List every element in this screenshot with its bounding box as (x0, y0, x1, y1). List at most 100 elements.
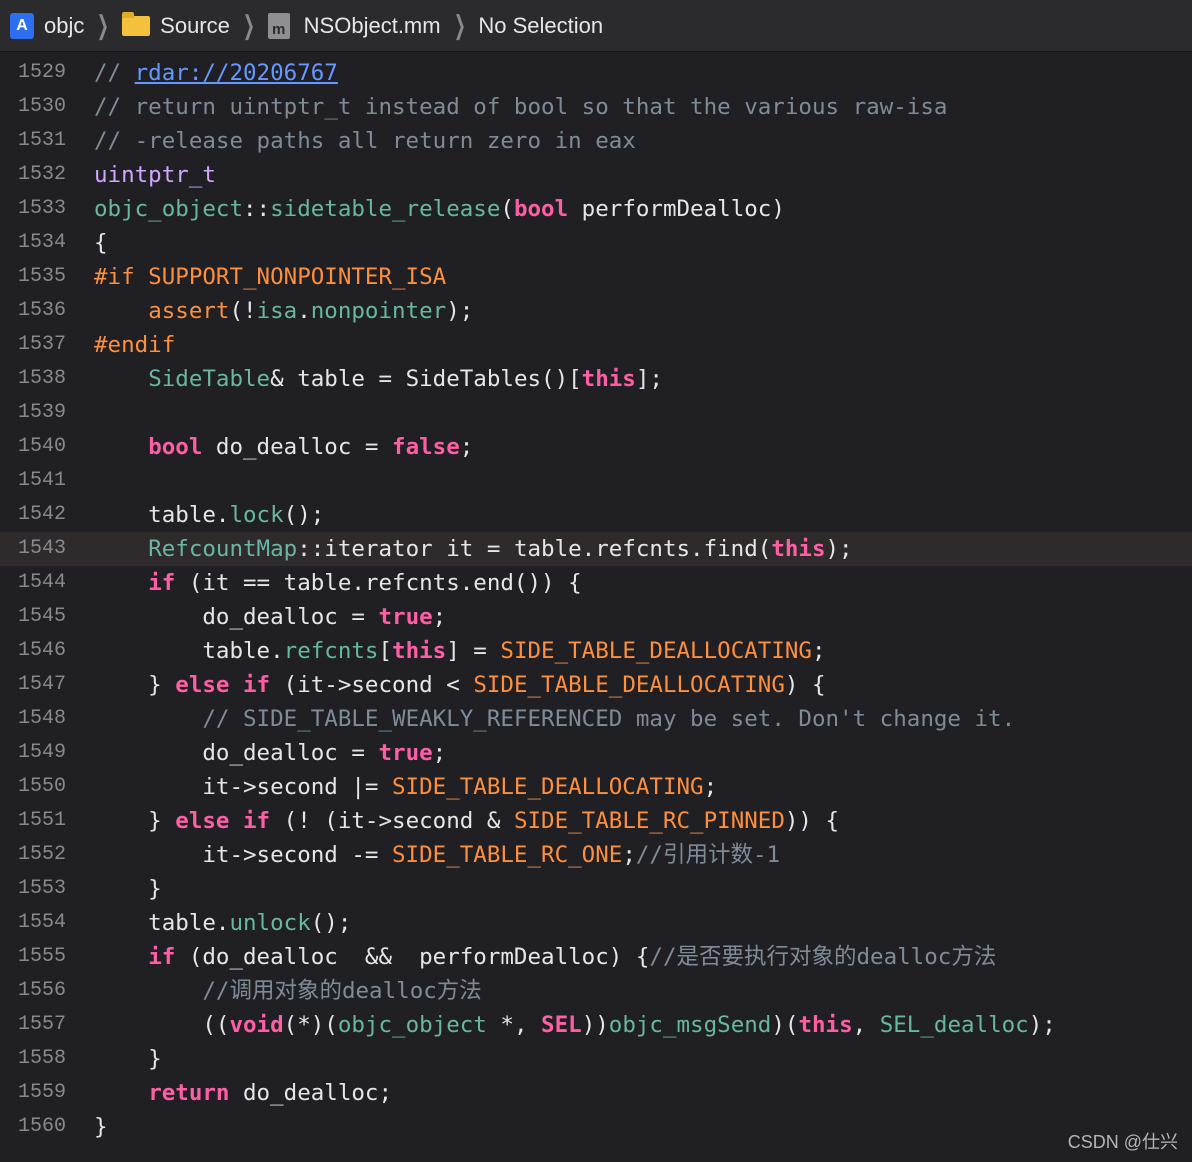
code-token: it->second -= (94, 842, 393, 868)
code-line[interactable]: 1560} (0, 1110, 1192, 1144)
code-token: //是否要执行对象的dealloc方法 (649, 944, 997, 970)
code-text: bool do_dealloc = false; (94, 430, 473, 464)
line-number: 1552 (17, 843, 66, 866)
code-token: objc_object (337, 1012, 487, 1038)
code-line[interactable]: 1553 } (0, 872, 1192, 906)
code-line[interactable]: 1538 SideTable& table = SideTables()[thi… (0, 362, 1192, 396)
line-number: 1549 (17, 741, 66, 764)
breadcrumb-label: objc (44, 12, 85, 38)
code-line[interactable]: 1558 } (0, 1042, 1192, 1076)
code-line[interactable]: 1531 // -release paths all return zero in… (0, 124, 1192, 158)
code-token: (do_dealloc && performDealloc) { (175, 944, 650, 970)
code-line[interactable]: 1533 objc_object::sidetable_release(bool … (0, 192, 1192, 226)
code-token: // (94, 60, 135, 86)
code-line[interactable]: 1537 #endif (0, 328, 1192, 362)
code-token: SIDE_TABLE_RC_ONE (392, 842, 623, 868)
line-number: 1551 (17, 809, 66, 832)
code-token: SIDE_TABLE_DEALLOCATING (473, 672, 785, 698)
code-editor[interactable]: 1529 // rdar://20206767 1530 // return uint… (0, 56, 1192, 1144)
code-line[interactable]: 1554 table.unlock(); (0, 906, 1192, 940)
code-line[interactable]: 1544 if (it == table.refcnts.end()) { (0, 566, 1192, 600)
line-number: 1554 (17, 911, 66, 934)
code-line[interactable]: 1542 table.lock(); (0, 498, 1192, 532)
breadcrumb-folder[interactable]: Source (122, 0, 230, 51)
code-token: #endif (94, 332, 176, 358)
code-line[interactable]: 1547 } else if (it->second < SIDE_TABLE_… (0, 668, 1192, 702)
code-line[interactable]: 1546 table.refcnts[this] = SIDE_TABLE_DE… (0, 634, 1192, 668)
code-token: //调用对象的dealloc方法 (202, 978, 482, 1004)
jump-bar: objc ❯ Source ❯ NSObject.mm ❯ No Selecti… (0, 0, 1192, 52)
code-text: ((void(*)(objc_object *, SEL))objc_msgSe… (94, 1008, 1055, 1042)
code-token: table. (94, 638, 284, 664)
code-token: performDealloc) (568, 196, 785, 222)
code-text: // return uintptr_t instead of bool so t… (94, 90, 947, 124)
code-token: } (94, 1046, 162, 1072)
code-token: // -release paths all return zero in eax (94, 128, 636, 154)
code-token: ); (446, 298, 474, 324)
breadcrumb-symbol[interactable]: No Selection (478, 0, 603, 51)
code-line[interactable]: 1530 // return uintptr_t instead of bool … (0, 90, 1192, 124)
code-line[interactable]: 1536 assert(!isa.nonpointer); (0, 294, 1192, 328)
breadcrumb-file[interactable]: NSObject.mm (267, 0, 441, 51)
code-token: ::iterator it = table.refcnts.find( (297, 536, 772, 562)
code-line[interactable]: 1549 do_dealloc = true; (0, 736, 1192, 770)
line-number: 1548 (17, 707, 66, 730)
code-token: SIDE_TABLE_DEALLOCATING (392, 774, 704, 800)
code-token: )( (771, 1012, 799, 1038)
code-line[interactable]: 1545 do_dealloc = true; (0, 600, 1192, 634)
code-line[interactable]: 1532 uintptr_t (0, 158, 1192, 192)
code-token: ; (811, 638, 826, 664)
code-line[interactable]: 1557 ((void(*)(objc_object *, SEL))objc_… (0, 1008, 1192, 1042)
code-line[interactable]: 1543 RefcountMap::iterator it = table.re… (0, 532, 1192, 566)
code-text: // rdar://20206767 (94, 56, 338, 90)
line-number: 1555 (17, 945, 66, 968)
code-line[interactable]: 1551 } else if (! (it->second & SIDE_TAB… (0, 804, 1192, 838)
code-line[interactable]: 1552 it->second -= SIDE_TABLE_RC_ONE;//引… (0, 838, 1192, 872)
code-line[interactable]: 1529 // rdar://20206767 (0, 56, 1192, 90)
code-token: & table = SideTables()[ (270, 366, 582, 392)
code-token: #if SUPPORT_NONPOINTER_ISA (94, 264, 447, 290)
code-token: ; (459, 434, 474, 460)
code-token: //引用计数-1 (635, 842, 781, 868)
chevron-right-icon: ❯ (453, 10, 466, 41)
code-text: } else if (it->second < SIDE_TABLE_DEALL… (94, 668, 825, 702)
code-text: uintptr_t (94, 158, 216, 192)
code-line[interactable]: 1550 it->second |= SIDE_TABLE_DEALLOCATI… (0, 770, 1192, 804)
code-token: refcnts (283, 638, 379, 664)
line-number: 1533 (17, 197, 66, 220)
code-line[interactable]: 1534 { (0, 226, 1192, 260)
line-number: 1545 (17, 605, 66, 628)
line-number: 1556 (17, 979, 66, 1002)
code-token: this (771, 536, 826, 562)
line-number: 1557 (17, 1013, 66, 1036)
code-token: table. (94, 502, 230, 528)
code-line[interactable]: 1556 //调用对象的dealloc方法 (0, 974, 1192, 1008)
line-number: 1536 (17, 299, 66, 322)
code-text: objc_object::sidetable_release(bool perf… (94, 192, 785, 226)
code-line[interactable]: 1548 // SIDE_TABLE_WEAKLY_REFERENCED may… (0, 702, 1192, 736)
code-token: :: (243, 196, 271, 222)
code-text: } (94, 1110, 108, 1144)
breadcrumb-label: Source (160, 12, 230, 38)
code-token: do_dealloc = (94, 604, 379, 630)
code-line[interactable]: 1539 (0, 396, 1192, 430)
code-token: this (798, 1012, 853, 1038)
code-text: } else if (! (it->second & SIDE_TABLE_RC… (94, 804, 839, 838)
breadcrumb-label: No Selection (478, 12, 604, 38)
code-line[interactable]: 1535 #if SUPPORT_NONPOINTER_ISA (0, 260, 1192, 294)
code-token: SIDE_TABLE_RC_PINNED (513, 808, 785, 834)
code-line[interactable]: 1540 bool do_dealloc = false; (0, 430, 1192, 464)
code-token: } (94, 808, 176, 834)
breadcrumb-project[interactable]: objc (10, 0, 84, 51)
code-line[interactable]: 1541 (0, 464, 1192, 498)
code-token: do_dealloc; (229, 1080, 393, 1106)
code-token: } (94, 1114, 108, 1140)
code-token: SEL (541, 1012, 582, 1038)
line-number: 1544 (17, 571, 66, 594)
code-token: ] = (446, 638, 501, 664)
code-line[interactable]: 1559 return do_dealloc; (0, 1076, 1192, 1110)
code-line[interactable]: 1555 if (do_dealloc && performDealloc) {… (0, 940, 1192, 974)
code-token: it->second |= (94, 774, 393, 800)
